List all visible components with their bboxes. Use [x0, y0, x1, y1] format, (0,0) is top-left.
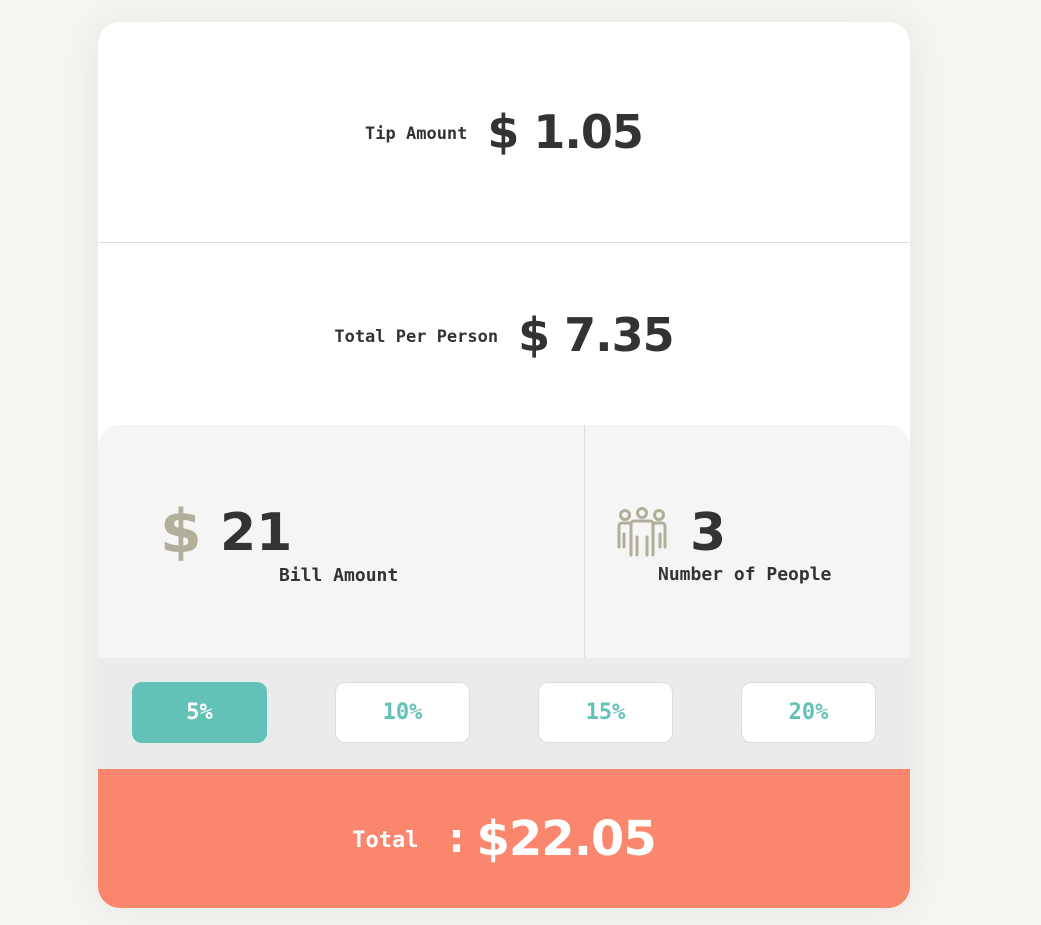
tip-option-10[interactable]: 10%	[335, 682, 470, 743]
total-bar: Total : $22.05	[98, 769, 910, 908]
tip-amount-label: Tip Amount	[365, 124, 468, 144]
per-person-value: $ 7.35	[518, 307, 675, 362]
tip-amount-value: $ 1.05	[487, 105, 644, 159]
people-count-label: Number of People	[658, 564, 832, 585]
bill-amount-input[interactable]: 21	[220, 501, 292, 565]
tip-option-5[interactable]: 5%	[132, 682, 267, 743]
tip-amount-row: Tip Amount $ 1.05	[98, 22, 910, 243]
tip-options: 5% 10% 15% 20%	[98, 658, 910, 769]
tip-calculator-card: Tip Amount $ 1.05 Total Per Person $ 7.3…	[98, 22, 910, 908]
inputs-divider	[584, 425, 585, 658]
total-label: Total	[352, 828, 419, 853]
total-separator: :	[448, 815, 465, 862]
total-value: $22.05	[476, 810, 657, 867]
tip-option-20[interactable]: 20%	[741, 682, 876, 743]
bill-amount-label: Bill Amount	[279, 565, 399, 586]
per-person-row: Total Per Person $ 7.35	[98, 243, 910, 426]
tip-option-15[interactable]: 15%	[538, 682, 673, 743]
per-person-label: Total Per Person	[334, 326, 499, 347]
people-count-input[interactable]: 3	[690, 501, 726, 565]
page: Tip Amount $ 1.05 Total Per Person $ 7.3…	[0, 0, 1041, 925]
dollar-icon: $	[160, 497, 202, 567]
people-icon	[617, 507, 667, 557]
inputs-panel: $ 21 Bill Amount 3 Number of People	[98, 425, 910, 658]
